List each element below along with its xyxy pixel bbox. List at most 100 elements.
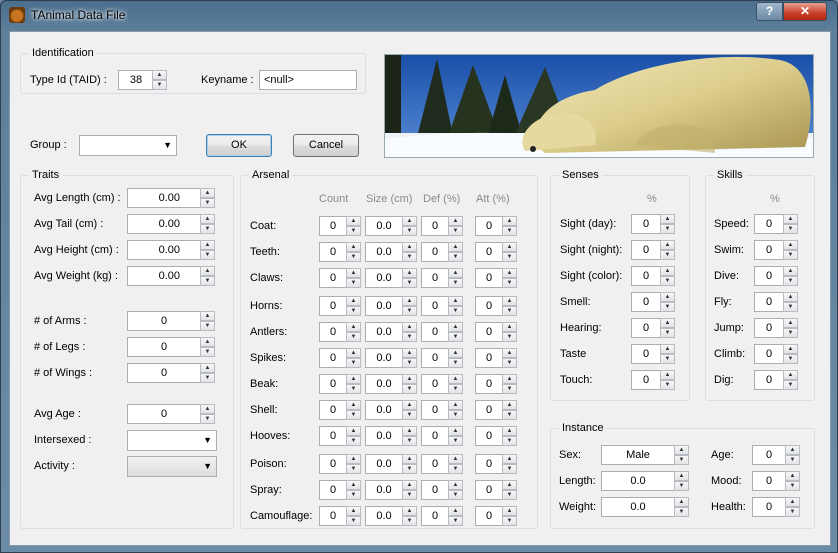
arsenal-input-teeth-1[interactable]: 0.0 xyxy=(365,242,403,262)
spin-down-icon[interactable]: ▼ xyxy=(346,332,361,342)
arsenal-spinner-shell-2[interactable]: ▲ ▼ xyxy=(448,400,463,420)
arsenal-spinner-poison-0[interactable]: ▲ ▼ xyxy=(346,454,361,474)
senses-input-6[interactable]: 0 xyxy=(631,370,661,390)
arsenal-spinner-coat-1[interactable]: ▲ ▼ xyxy=(402,216,417,236)
intersexed-select[interactable]: ▼ xyxy=(127,430,217,451)
skills-spinner-1[interactable]: ▲ ▼ xyxy=(783,240,798,260)
spin-up-icon[interactable]: ▲ xyxy=(402,296,417,306)
spin-down-icon[interactable]: ▼ xyxy=(402,332,417,342)
spin-up-icon[interactable]: ▲ xyxy=(346,454,361,464)
help-button[interactable]: ? xyxy=(756,2,783,21)
spin-down-icon[interactable]: ▼ xyxy=(346,252,361,262)
arsenal-spinner-claws-1[interactable]: ▲ ▼ xyxy=(402,268,417,288)
avg-length-spinner[interactable]: ▲ ▼ xyxy=(200,188,215,208)
spin-up-icon[interactable]: ▲ xyxy=(502,268,517,278)
arsenal-input-claws-0[interactable]: 0 xyxy=(319,268,347,288)
arsenal-input-beak-1[interactable]: 0.0 xyxy=(365,374,403,394)
spin-down-icon[interactable]: ▼ xyxy=(346,306,361,316)
spin-down-icon[interactable]: ▼ xyxy=(346,516,361,526)
spin-up-icon[interactable]: ▲ xyxy=(200,214,215,224)
close-button[interactable]: ✕ xyxy=(783,2,827,21)
spin-up-icon[interactable]: ▲ xyxy=(346,374,361,384)
arsenal-spinner-spikes-2[interactable]: ▲ ▼ xyxy=(448,348,463,368)
spin-down-icon[interactable]: ▼ xyxy=(448,358,463,368)
spin-down-icon[interactable]: ▼ xyxy=(448,490,463,500)
spin-up-icon[interactable]: ▲ xyxy=(502,400,517,410)
spin-down-icon[interactable]: ▼ xyxy=(200,250,215,260)
keyname-input[interactable]: <null> xyxy=(259,70,357,90)
arsenal-spinner-camouflage-2[interactable]: ▲ ▼ xyxy=(448,506,463,526)
arsenal-input-horns-3[interactable]: 0 xyxy=(475,296,503,316)
spin-down-icon[interactable]: ▼ xyxy=(402,358,417,368)
spin-up-icon[interactable]: ▲ xyxy=(502,216,517,226)
arsenal-input-hooves-2[interactable]: 0 xyxy=(421,426,449,446)
spin-up-icon[interactable]: ▲ xyxy=(448,348,463,358)
spin-up-icon[interactable]: ▲ xyxy=(660,344,675,354)
health-spinner[interactable]: ▲ ▼ xyxy=(785,497,800,517)
arsenal-spinner-hooves-3[interactable]: ▲ ▼ xyxy=(502,426,517,446)
arsenal-input-poison-3[interactable]: 0 xyxy=(475,454,503,474)
senses-input-2[interactable]: 0 xyxy=(631,266,661,286)
spin-up-icon[interactable]: ▲ xyxy=(200,266,215,276)
spin-down-icon[interactable]: ▼ xyxy=(402,516,417,526)
spin-down-icon[interactable]: ▼ xyxy=(785,481,800,491)
arsenal-spinner-shell-3[interactable]: ▲ ▼ xyxy=(502,400,517,420)
arsenal-spinner-spray-0[interactable]: ▲ ▼ xyxy=(346,480,361,500)
spin-down-icon[interactable]: ▼ xyxy=(674,481,689,491)
spin-up-icon[interactable]: ▲ xyxy=(448,216,463,226)
spin-down-icon[interactable]: ▼ xyxy=(346,384,361,394)
spin-up-icon[interactable]: ▲ xyxy=(346,296,361,306)
arsenal-input-horns-0[interactable]: 0 xyxy=(319,296,347,316)
arsenal-input-coat-1[interactable]: 0.0 xyxy=(365,216,403,236)
spin-up-icon[interactable]: ▲ xyxy=(783,318,798,328)
spin-down-icon[interactable]: ▼ xyxy=(346,464,361,474)
arsenal-input-camouflage-0[interactable]: 0 xyxy=(319,506,347,526)
spin-down-icon[interactable]: ▼ xyxy=(783,302,798,312)
arsenal-input-spray-2[interactable]: 0 xyxy=(421,480,449,500)
spin-up-icon[interactable]: ▲ xyxy=(200,404,215,414)
spin-down-icon[interactable]: ▼ xyxy=(502,332,517,342)
arsenal-spinner-antlers-2[interactable]: ▲ ▼ xyxy=(448,322,463,342)
title-bar[interactable]: TAnimal Data File ? ✕ xyxy=(1,1,837,29)
spin-up-icon[interactable]: ▲ xyxy=(200,337,215,347)
spin-up-icon[interactable]: ▲ xyxy=(402,322,417,332)
arsenal-spinner-horns-2[interactable]: ▲ ▼ xyxy=(448,296,463,316)
spin-up-icon[interactable]: ▲ xyxy=(660,266,675,276)
arsenal-input-spikes-3[interactable]: 0 xyxy=(475,348,503,368)
spin-up-icon[interactable]: ▲ xyxy=(346,348,361,358)
arsenal-spinner-hooves-1[interactable]: ▲ ▼ xyxy=(402,426,417,446)
arsenal-input-beak-3[interactable]: 0 xyxy=(475,374,503,394)
arsenal-spinner-antlers-0[interactable]: ▲ ▼ xyxy=(346,322,361,342)
arsenal-input-teeth-2[interactable]: 0 xyxy=(421,242,449,262)
arsenal-input-camouflage-3[interactable]: 0 xyxy=(475,506,503,526)
arsenal-spinner-coat-2[interactable]: ▲ ▼ xyxy=(448,216,463,236)
arsenal-input-spikes-1[interactable]: 0.0 xyxy=(365,348,403,368)
spin-up-icon[interactable]: ▲ xyxy=(402,400,417,410)
age-input[interactable]: 0 xyxy=(752,445,786,465)
activity-select[interactable]: ▼ xyxy=(127,456,217,477)
spin-down-icon[interactable]: ▼ xyxy=(502,252,517,262)
spin-down-icon[interactable]: ▼ xyxy=(502,490,517,500)
spin-down-icon[interactable]: ▼ xyxy=(660,380,675,390)
spin-down-icon[interactable]: ▼ xyxy=(200,198,215,208)
arsenal-input-horns-2[interactable]: 0 xyxy=(421,296,449,316)
spin-up-icon[interactable]: ▲ xyxy=(674,497,689,507)
arsenal-spinner-poison-1[interactable]: ▲ ▼ xyxy=(402,454,417,474)
mood-input[interactable]: 0 xyxy=(752,471,786,491)
mood-spinner[interactable]: ▲ ▼ xyxy=(785,471,800,491)
senses-input-4[interactable]: 0 xyxy=(631,318,661,338)
arsenal-input-antlers-1[interactable]: 0.0 xyxy=(365,322,403,342)
spin-down-icon[interactable]: ▼ xyxy=(448,384,463,394)
arsenal-input-beak-2[interactable]: 0 xyxy=(421,374,449,394)
spin-down-icon[interactable]: ▼ xyxy=(152,80,167,90)
arsenal-spinner-beak-0[interactable]: ▲ ▼ xyxy=(346,374,361,394)
avg-tail-spinner[interactable]: ▲ ▼ xyxy=(200,214,215,234)
spin-up-icon[interactable]: ▲ xyxy=(448,322,463,332)
arsenal-spinner-beak-2[interactable]: ▲ ▼ xyxy=(448,374,463,394)
spin-down-icon[interactable]: ▼ xyxy=(448,410,463,420)
spin-down-icon[interactable]: ▼ xyxy=(502,436,517,446)
spin-down-icon[interactable]: ▼ xyxy=(402,252,417,262)
skills-input-0[interactable]: 0 xyxy=(754,214,784,234)
spin-down-icon[interactable]: ▼ xyxy=(200,347,215,357)
avg-weight-spinner[interactable]: ▲ ▼ xyxy=(200,266,215,286)
